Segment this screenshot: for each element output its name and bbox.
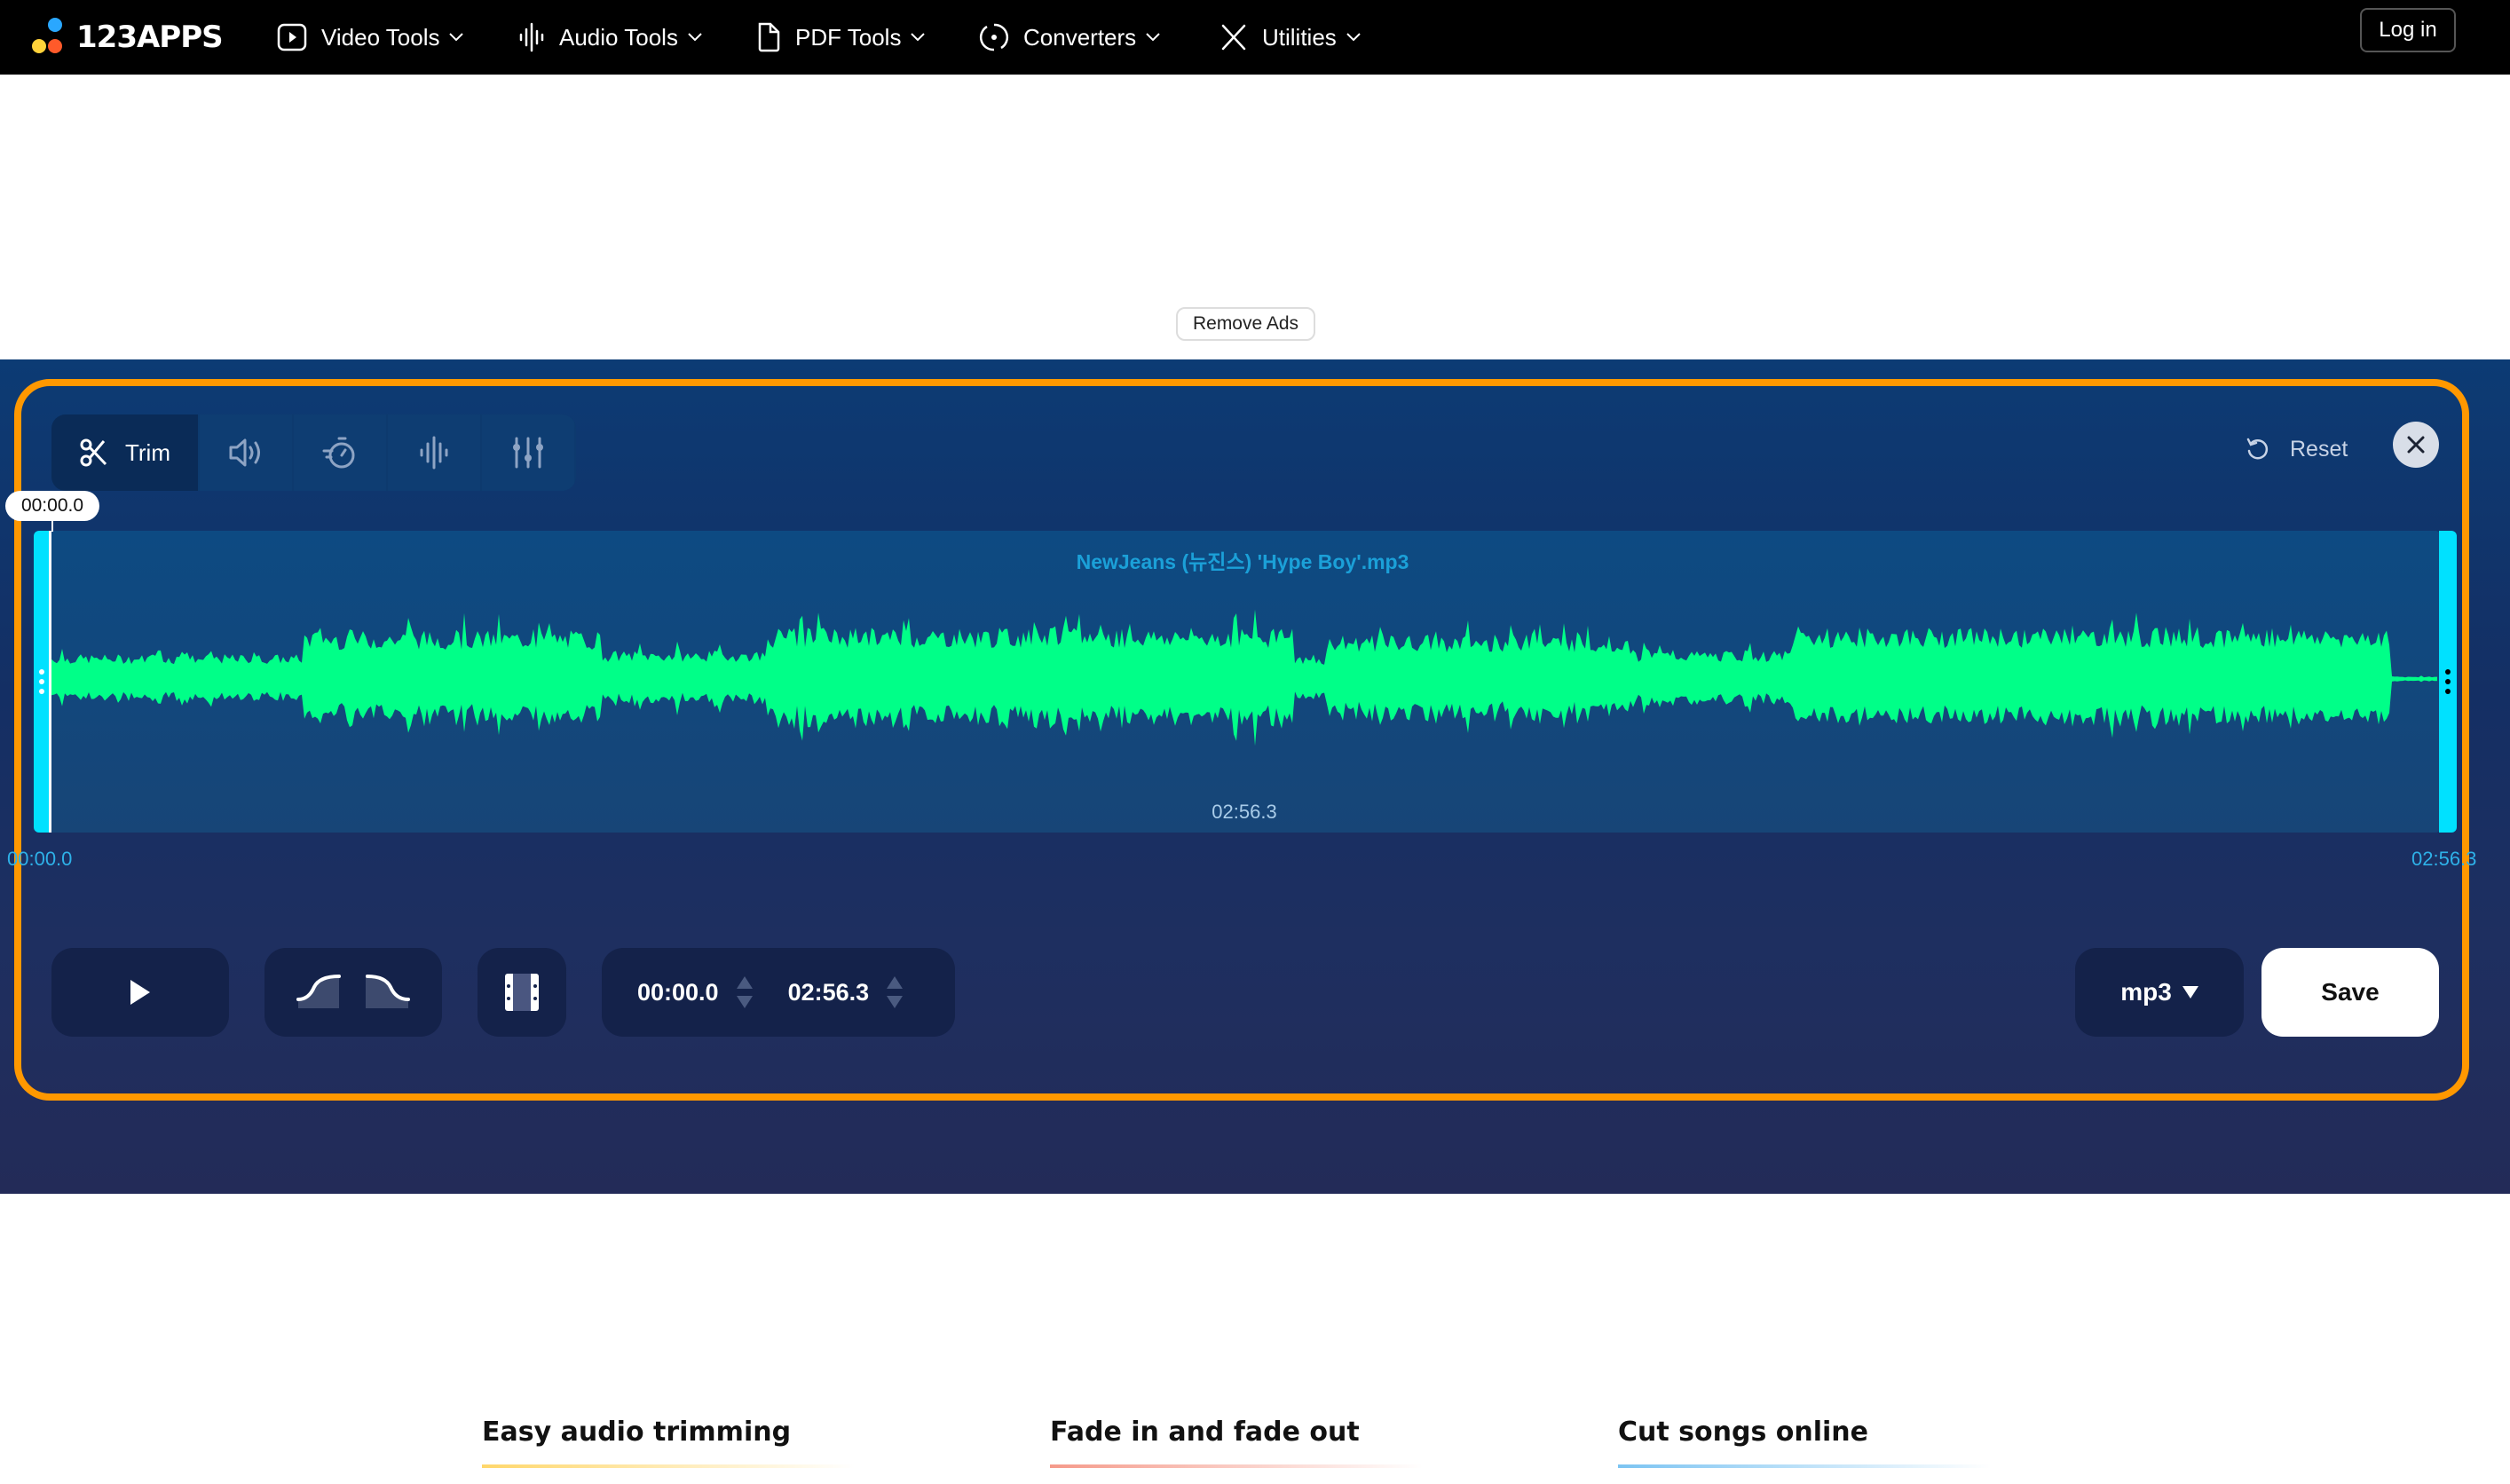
logo-icon xyxy=(32,18,67,57)
drag-grip-icon xyxy=(38,669,44,694)
tab-equalizer[interactable] xyxy=(388,414,480,491)
top-navigation: 123APPS Video Tools Audio Tools PDF Tool… xyxy=(0,0,2510,75)
login-button[interactable]: Log in xyxy=(2360,8,2456,52)
time-range-inputs: 00:00.0 02:56.3 xyxy=(602,948,955,1037)
nav-audio-tools[interactable]: Audio Tools xyxy=(518,12,703,62)
feature-underline xyxy=(1618,1464,1991,1468)
document-icon xyxy=(758,22,780,52)
chevron-down-icon xyxy=(1346,33,1361,42)
end-time-stepper[interactable] xyxy=(887,976,904,1008)
playhead-time: 00:00.0 xyxy=(5,491,99,521)
feature-heading: Cut songs online xyxy=(1618,1417,1868,1448)
arrow-up-icon xyxy=(736,976,753,989)
drag-grip-icon xyxy=(2445,669,2451,694)
fade-controls xyxy=(264,948,442,1037)
logo[interactable]: 123APPS xyxy=(32,12,224,62)
film-split-icon xyxy=(505,974,539,1011)
arrow-down-icon xyxy=(736,996,753,1008)
nav-video-tools[interactable]: Video Tools xyxy=(277,12,464,62)
chevron-down-icon xyxy=(911,33,926,42)
timeline-start: 00:00.0 xyxy=(7,848,73,870)
sliders-icon xyxy=(513,437,543,469)
dropdown-arrow-icon xyxy=(2182,986,2198,999)
trim-end-handle[interactable] xyxy=(2439,531,2457,833)
chevron-down-icon xyxy=(1146,33,1160,42)
chevron-down-icon xyxy=(688,33,702,42)
nav-label: Converters xyxy=(1023,23,1137,51)
file-name: NewJeans (뉴진스) 'Hype Boy'.mp3 xyxy=(1076,550,1409,573)
playhead-line[interactable] xyxy=(51,521,53,532)
tab-speed[interactable] xyxy=(294,414,386,491)
timeline-end: 02:56.3 xyxy=(2411,848,2477,870)
arrow-up-icon xyxy=(887,976,904,989)
remove-ads-button[interactable]: Remove Ads xyxy=(1176,307,1315,341)
format-value: mp3 xyxy=(2120,978,2172,1006)
close-button[interactable] xyxy=(2393,422,2439,468)
feature-heading: Fade in and fade out xyxy=(1050,1417,1360,1448)
feature-underline xyxy=(482,1464,855,1468)
tab-volume[interactable] xyxy=(200,414,292,491)
selection-duration: 02:56.3 xyxy=(1212,801,1277,823)
waveform-shape xyxy=(51,609,2437,746)
logo-text: 123APPS xyxy=(76,20,224,55)
audio-wave-icon xyxy=(519,22,544,52)
nav-converters[interactable]: Converters xyxy=(979,12,1161,62)
fade-in-icon[interactable] xyxy=(296,973,343,1012)
start-time-input[interactable]: 00:00.0 xyxy=(637,979,719,1006)
play-box-icon xyxy=(277,23,307,51)
close-icon xyxy=(2407,436,2425,454)
end-time-input[interactable]: 02:56.3 xyxy=(788,979,870,1006)
tab-trim[interactable]: Trim xyxy=(51,414,198,491)
tab-label: Trim xyxy=(124,438,170,466)
nav-label: Utilities xyxy=(1262,23,1337,51)
reset-button[interactable]: Reset xyxy=(2246,424,2348,474)
nav-label: Video Tools xyxy=(321,23,440,51)
trim-start-handle[interactable] xyxy=(34,531,51,833)
chevron-down-icon xyxy=(449,33,464,42)
undo-icon xyxy=(2246,438,2269,460)
nav-label: PDF Tools xyxy=(795,23,902,51)
waveform xyxy=(51,609,2437,746)
volume-icon xyxy=(229,438,260,467)
nav-utilities[interactable]: Utilities xyxy=(1219,12,1362,62)
scissors-icon xyxy=(80,438,107,467)
speed-timer-icon xyxy=(322,437,355,469)
format-select[interactable]: mp3 xyxy=(2075,948,2244,1037)
feature-heading: Easy audio trimming xyxy=(482,1417,792,1448)
fade-out-icon[interactable] xyxy=(364,973,410,1012)
convert-cycle-icon xyxy=(979,23,1009,51)
tab-settings[interactable] xyxy=(482,414,574,491)
editor-toolbar: Trim xyxy=(51,414,576,491)
arrow-down-icon xyxy=(887,996,904,1008)
feature-underline xyxy=(1050,1464,1423,1468)
reset-label: Reset xyxy=(2290,436,2348,462)
start-time-stepper[interactable] xyxy=(736,976,753,1008)
split-button[interactable] xyxy=(478,948,566,1037)
play-button[interactable] xyxy=(51,948,229,1037)
save-button[interactable]: Save xyxy=(2261,948,2439,1037)
equalizer-wave-icon xyxy=(420,436,448,470)
tools-icon xyxy=(1221,24,1246,51)
play-icon xyxy=(130,980,150,1005)
nav-label: Audio Tools xyxy=(559,23,678,51)
nav-pdf-tools[interactable]: PDF Tools xyxy=(756,12,926,62)
